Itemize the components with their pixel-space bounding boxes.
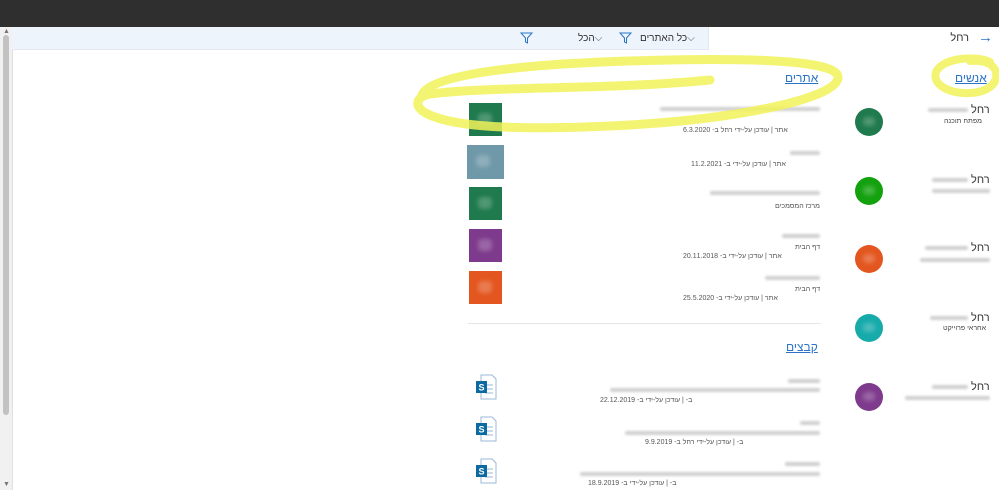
redacted-site-title [790,151,820,155]
people-section-title[interactable]: אנשים [955,71,987,85]
site-subtitle: דף הבית [795,286,821,293]
site-meta: מרכז המסמכים [775,203,820,210]
person-name[interactable]: רחל [971,312,990,324]
sites-section-title[interactable]: אתרים [785,71,818,85]
filter-funnel-icon[interactable] [520,32,533,44]
redacted-file-title [800,421,820,425]
redacted-site-title [710,191,820,195]
redacted-text [928,108,968,112]
redacted-text [932,189,990,193]
search-box[interactable]: → רחל [708,27,999,50]
redacted-file-title [625,431,820,435]
redacted-file-title [580,472,820,476]
redacted-text [925,246,968,250]
file-icon-letter: S [478,383,484,393]
redacted-file-title [785,462,820,466]
avatar[interactable] [855,314,883,342]
filter-funnel-icon[interactable] [619,32,632,44]
site-subtitle: דף הבית [795,244,821,251]
person-role: אחראי פרוייקט [943,325,987,332]
site-tile[interactable] [469,229,502,262]
avatar[interactable] [855,383,883,411]
redacted-file-title [788,379,820,383]
file-icon-letter: S [478,425,484,435]
redacted-text [932,385,968,389]
chevron-down-icon: ⌵ [687,33,695,44]
person-name[interactable]: רחל [971,104,990,116]
redacted-text [920,258,990,262]
site-meta: אתר | עודכן על-ידי ב- 20.11.2018 [683,253,782,260]
file-meta: ב- | עודכן על-ידי רחל ב- 9.9.2019 [645,439,744,446]
file-icon-letter: S [478,467,484,477]
redacted-text [930,316,968,320]
back-arrow-icon[interactable]: → [978,30,993,46]
scroll-up-arrow-icon[interactable]: ▲ [3,28,10,35]
site-meta: אתר | עודכן על-ידי ב- 25.5.2020 [683,295,778,302]
search-query[interactable]: רחל [950,32,969,44]
type-dropdown[interactable]: ⌵הכל [578,33,605,44]
avatar[interactable] [855,177,883,205]
sharepoint-file-icon[interactable]: S [475,458,497,484]
section-divider [468,323,821,324]
file-meta: ב- | עודכן על-ידי ב- 18.9.2019 [588,480,677,487]
browser-top-bar [0,0,999,27]
sharepoint-file-icon[interactable]: S [475,416,497,442]
files-section-title[interactable]: קבצים [786,340,818,354]
site-meta: אתר | עודכן על-ידי ב- 11.2.2021 [691,161,786,168]
person-role: מפתח תוכנה [944,118,982,125]
scroll-down-arrow-icon[interactable]: ▼ [3,481,10,488]
sharepoint-file-icon[interactable]: S [475,374,497,400]
site-meta: אתר | עודכן על-ידי רחל ב- 6.3.2020 [683,127,788,134]
file-meta: ב- | עודכן על-ידי ב- 22.12.2019 [600,397,693,404]
person-name[interactable]: רחל [971,381,990,393]
redacted-site-title [782,234,820,238]
person-name[interactable]: רחל [971,174,990,186]
redacted-text [905,396,990,400]
scroll-thumb[interactable] [3,35,9,415]
redacted-file-title [610,388,820,392]
site-tile[interactable] [469,187,502,220]
site-tile[interactable] [467,145,504,179]
avatar[interactable] [855,108,883,136]
avatar[interactable] [855,245,883,273]
redacted-site-title [765,276,820,280]
scrollbar[interactable]: ▲ ▼ [0,27,13,490]
chevron-down-icon: ⌵ [594,33,603,44]
redacted-site-title [660,107,820,111]
sites-scope-dropdown[interactable]: ⌵כל האתרים [640,33,698,44]
site-tile[interactable] [469,103,502,136]
redacted-text [932,178,968,182]
person-name[interactable]: רחל [971,242,990,254]
site-tile[interactable] [469,271,502,304]
